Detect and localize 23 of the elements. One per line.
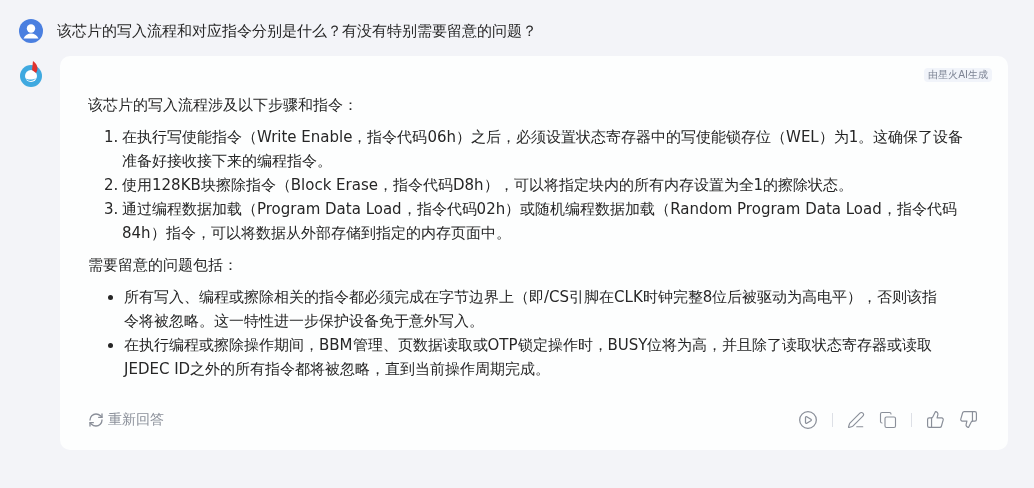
note-text: 所有写入、编程或擦除相关的指令都必须完成在字节边界上（即/CS引脚在CLK时钟完整8位后被驱动为高电平），否则该指令将被忽略。这一特性进一步保护设备免于意外写入。 — [124, 287, 939, 332]
question-text: 该芯片的写入流程和对应指令分别是什么？有没有特别需要留意的问题？ — [57, 21, 537, 42]
answer-intro: 该芯片的写入流程涉及以下步骤和指令： — [88, 95, 359, 116]
notes-heading: 需要留意的问题包括： — [88, 255, 239, 276]
ai-generated-badge: 由星火AI生成 — [924, 68, 992, 82]
regenerate-button[interactable]: 重新回答 — [88, 409, 164, 430]
play-icon[interactable] — [798, 409, 818, 430]
step-number: 2. — [104, 175, 120, 196]
thumbs-down-icon[interactable] — [959, 410, 978, 429]
bullet-icon — [108, 343, 113, 348]
pen-icon[interactable] — [847, 410, 865, 429]
bullet-icon — [108, 295, 113, 300]
refresh-icon — [88, 411, 104, 428]
step-number: 3. — [104, 199, 120, 220]
thumbs-up-icon[interactable] — [926, 410, 945, 429]
step-number: 1. — [104, 127, 120, 148]
step-text: 在执行写使能指令（Write Enable，指令代码06h）之后，必须设置状态寄存器中的写使能锁存位（WEL）为1。这确保了设备准备好接收接下来的编程指令。 — [122, 127, 965, 172]
note-text: 在执行编程或擦除操作期间，BBM管理、页数据读取或OTP锁定操作时，BUSY位将为高，并且除了读取状态寄存器或读取JEDEC ID之外的所有指令都将被忽略，直到当前操作周期完成。 — [124, 335, 934, 380]
copy-icon[interactable] — [879, 410, 897, 429]
step-text: 使用128KB块擦除指令（Block Erase，指令代码D8h），可以将指定块内的所有内存设置为全1的擦除状态。 — [122, 175, 855, 196]
user-avatar-icon — [19, 19, 43, 43]
step-text: 通过编程数据加载（Program Data Load，指令代码02h）或随机编程数据加载（Random Program Data Load，指令代码84h）指令，可以将数据从外部存储到指定的内存页面中。 — [122, 199, 958, 244]
assistant-logo-icon — [19, 60, 44, 88]
